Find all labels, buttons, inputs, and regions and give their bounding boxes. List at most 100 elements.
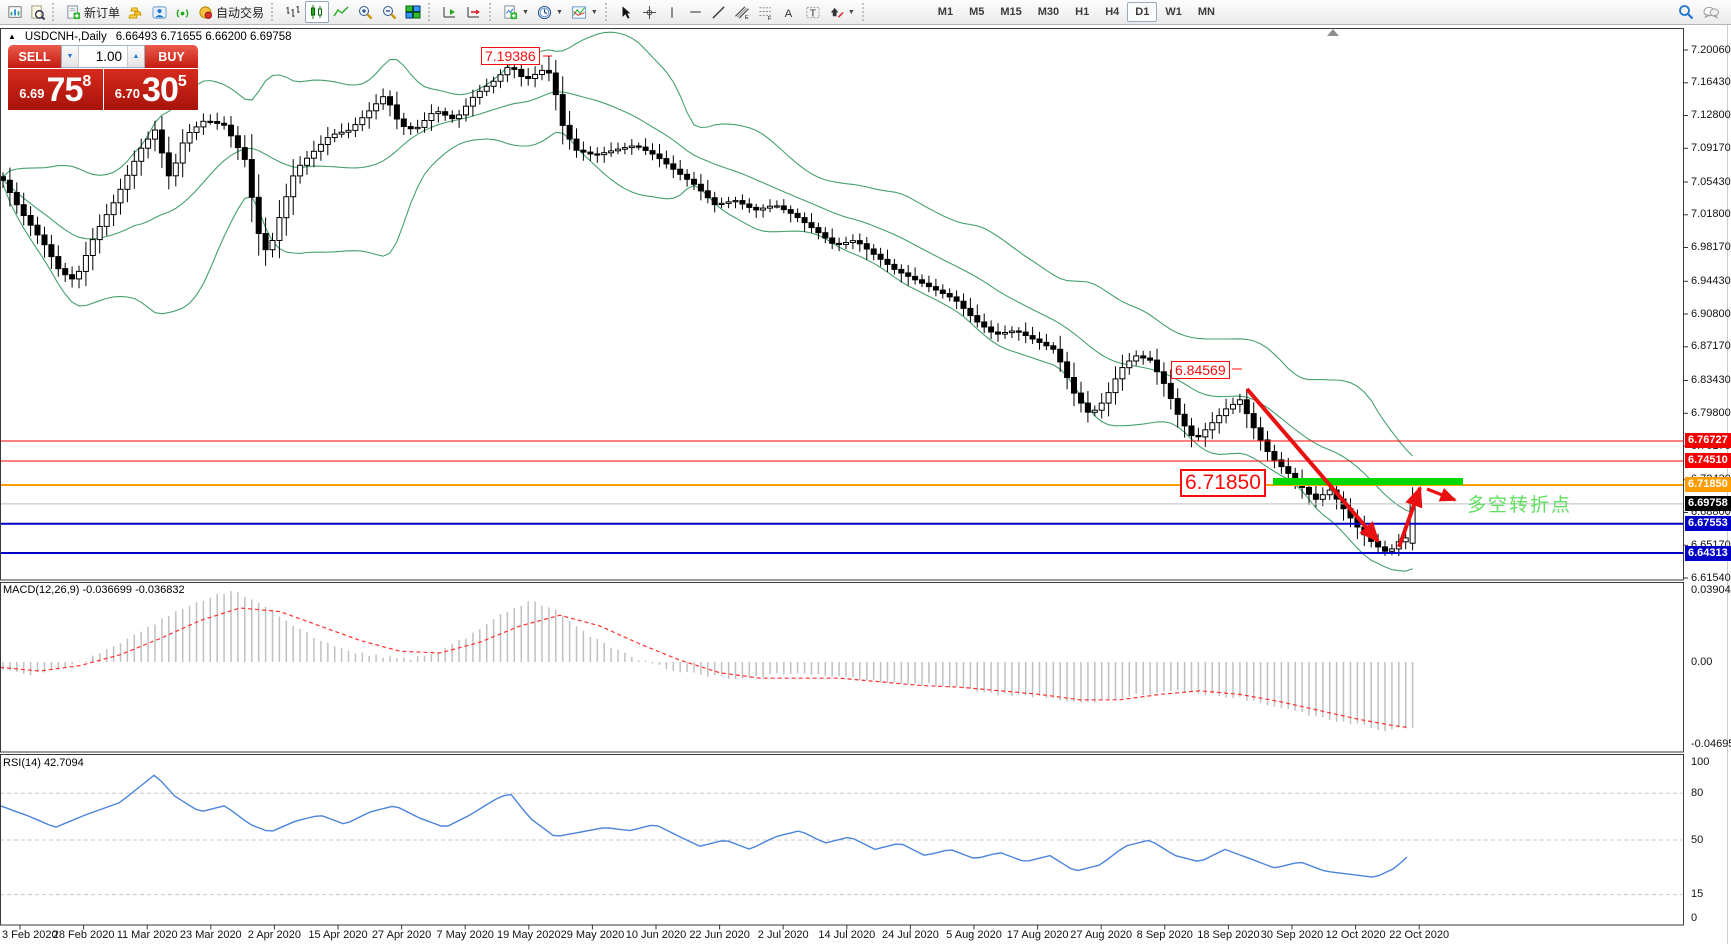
new-order-button[interactable]: 新订单 (62, 1, 124, 23)
auto-scroll-button[interactable] (438, 1, 462, 23)
sell-price-pip: 8 (82, 73, 91, 91)
date-label: 5 Aug 2020 (946, 929, 1002, 941)
chevron-down-icon: ▼ (556, 9, 563, 16)
crosshair-button[interactable] (638, 1, 661, 23)
trendline-button[interactable] (707, 1, 730, 23)
price-callout-level: 6.71850 (1180, 469, 1266, 497)
rsi-indicator-label: RSI(14) 42.7094 (3, 757, 84, 769)
price-axis-badge: 6.64313 (1685, 546, 1731, 561)
date-label: 19 May 2020 (497, 929, 561, 941)
date-label: 27 Aug 2020 (1070, 929, 1132, 941)
price-callout-mid: 6.84569 (1171, 361, 1230, 379)
buy-price-big: 30 (142, 75, 178, 106)
chart-window-icon (8, 5, 22, 19)
volume-down-button[interactable]: ▼ (62, 46, 79, 67)
text-label-icon: T (805, 5, 821, 20)
down-trend-arrow (1247, 389, 1378, 541)
timeframe-group: M1M5M15M30H1H4D1W1MN (930, 2, 1223, 22)
text-a-icon: A (782, 5, 796, 20)
svg-text:F: F (768, 16, 772, 20)
price-axis-badge: 6.69758 (1685, 496, 1731, 511)
new-chart-button[interactable]: ▼ (499, 1, 533, 23)
vertical-line-icon (666, 5, 678, 20)
search-icon (1678, 4, 1694, 20)
new-order-label: 新订单 (84, 4, 120, 21)
zoom-out-button[interactable] (377, 1, 401, 23)
text-button[interactable]: A (778, 1, 801, 23)
price-axis-tick: 6.87170 (1691, 340, 1731, 352)
vertical-line-button[interactable] (661, 1, 684, 23)
buy-button[interactable]: BUY (145, 45, 198, 68)
signals-button[interactable] (171, 1, 194, 23)
community-button[interactable] (148, 1, 171, 23)
date-label: 2 Apr 2020 (248, 929, 301, 941)
tf-button-h1[interactable]: H1 (1067, 2, 1097, 22)
tf-button-m15[interactable]: M15 (992, 2, 1029, 22)
date-label: 23 Mar 2020 (180, 929, 242, 941)
support-resistance-bar (1273, 478, 1463, 485)
date-label: 2 Jul 2020 (758, 929, 809, 941)
cursor-button[interactable] (615, 1, 638, 23)
channel-button[interactable]: E (730, 1, 754, 23)
date-label: 28 Feb 2020 (53, 929, 115, 941)
indicators-button[interactable]: ▼ (567, 1, 602, 23)
trendline-icon (711, 5, 726, 20)
chart-window-icon-button[interactable] (3, 1, 26, 23)
line-chart-button[interactable] (329, 1, 353, 23)
market-button[interactable] (124, 1, 148, 23)
chevron-down-icon: ▼ (591, 9, 598, 16)
svg-text:A: A (785, 7, 793, 19)
autotrade-label: 自动交易 (216, 4, 264, 21)
buy-price-box[interactable]: 6.70 30 5 (104, 69, 199, 110)
volume-spinner: ▼ 1.00 ▲ (61, 45, 145, 68)
tf-button-w1[interactable]: W1 (1157, 2, 1190, 22)
sell-price-box[interactable]: 6.69 75 8 (8, 69, 103, 110)
macd-indicator-label: MACD(12,26,9) -0.036699 -0.036832 (3, 584, 185, 596)
price-axis-tick: 7.09170 (1691, 142, 1731, 154)
community-person-icon (152, 5, 167, 20)
toolbar-grip (489, 3, 496, 21)
tf-button-m5[interactable]: M5 (961, 2, 992, 22)
price-axis-tick: 7.12800 (1691, 109, 1731, 121)
annotation-text: 多空转折点 (1467, 490, 1572, 517)
volume-up-button[interactable]: ▲ (127, 46, 144, 67)
search-button[interactable] (1674, 1, 1698, 23)
date-label: 10 Jun 2020 (626, 929, 687, 941)
chart-title-ohlc: 6.66493 6.71655 6.66200 6.69758 (116, 31, 292, 43)
arrows-button[interactable]: ▼ (825, 1, 859, 23)
bar-chart-button[interactable] (281, 1, 305, 23)
sell-button[interactable]: SELL (8, 45, 61, 68)
candle-chart-button[interactable] (305, 1, 329, 23)
date-label: 7 May 2020 (436, 929, 493, 941)
tf-button-m1[interactable]: M1 (930, 2, 961, 22)
volume-input[interactable]: 1.00 (79, 46, 127, 67)
rsi-axis-tick: 100 (1691, 756, 1709, 768)
tf-button-d1[interactable]: D1 (1127, 2, 1157, 22)
price-callout-high: 7.19386 (481, 47, 540, 65)
tile-windows-button[interactable] (401, 1, 425, 23)
zoom-in-icon (357, 4, 373, 20)
horizontal-line-button[interactable] (684, 1, 707, 23)
text-label-button[interactable]: T (801, 1, 825, 23)
buy-price-small: 6.70 (115, 86, 140, 101)
date-label: 27 Apr 2020 (372, 929, 431, 941)
date-label: 14 Jul 2020 (818, 929, 875, 941)
toolbar-grip (605, 3, 612, 21)
autotrade-button[interactable]: 自动交易 (194, 1, 268, 23)
chat-button[interactable] (1698, 1, 1724, 23)
chart-title: ▲ USDCNH-,Daily 6.66493 6.71655 6.66200 … (8, 31, 292, 43)
tf-button-mn[interactable]: MN (1190, 2, 1223, 22)
gold-ingot-icon (128, 5, 144, 19)
rsi-axis-tick: 80 (1691, 787, 1703, 799)
periods-button[interactable]: ▼ (533, 1, 567, 23)
indicators-icon (571, 5, 587, 20)
chart-shift-button[interactable] (462, 1, 486, 23)
zoom-in-button[interactable] (353, 1, 377, 23)
fibonacci-button[interactable]: F (754, 1, 778, 23)
tf-button-m30[interactable]: M30 (1030, 2, 1067, 22)
chart-canvas[interactable] (0, 0, 1731, 944)
fibonacci-icon: F (758, 5, 774, 20)
tf-button-h4[interactable]: H4 (1097, 2, 1127, 22)
data-window-button[interactable] (26, 1, 49, 23)
chart-shift-marker (1327, 29, 1339, 36)
